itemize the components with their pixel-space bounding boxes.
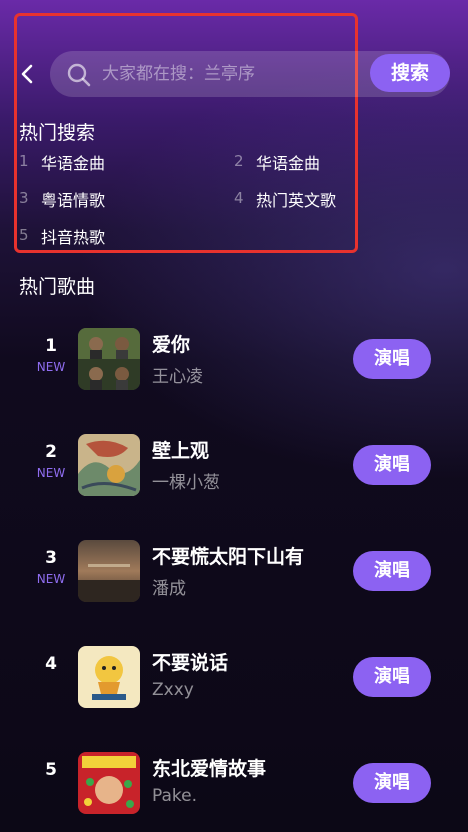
hot-search-title: 热门搜索	[19, 122, 96, 144]
song-rank: 4	[45, 654, 57, 674]
hot-search-rank: 5	[19, 226, 29, 244]
hot-search-rank: 2	[234, 152, 244, 170]
sing-button[interactable]: 演唱	[353, 339, 431, 379]
hot-search-term: 华语金曲	[256, 154, 321, 173]
song-rank: 3	[45, 548, 57, 568]
hot-search-rank: 4	[234, 189, 244, 207]
sing-button[interactable]: 演唱	[353, 445, 431, 485]
search-input[interactable]	[102, 61, 362, 87]
back-button[interactable]	[16, 62, 40, 86]
song-artist: Zxxy	[152, 680, 194, 700]
song-title: 壁上观	[152, 440, 210, 462]
song-artist: 王心凌	[152, 367, 203, 387]
back-arrow-icon	[21, 64, 33, 84]
song-cover	[78, 752, 140, 814]
song-title: 东北爱情故事	[152, 758, 267, 780]
new-badge: NEW	[36, 466, 66, 480]
hot-search-term: 华语金曲	[41, 154, 106, 173]
song-cover	[78, 434, 140, 496]
hot-search-term: 粤语情歌	[41, 191, 106, 210]
song-rank: 5	[45, 760, 57, 780]
new-badge: NEW	[36, 572, 66, 586]
song-cover	[78, 646, 140, 708]
hot-songs-title: 热门歌曲	[19, 276, 96, 298]
song-artist: Pake.	[152, 786, 198, 806]
song-row[interactable]: 1 NEW 爱你 王心凌 演唱	[0, 316, 468, 406]
new-badge: NEW	[36, 360, 66, 374]
hot-search-term: 抖音热歌	[41, 228, 106, 247]
song-artist: 一棵小葱	[152, 473, 220, 493]
song-title: 不要慌太阳下山有	[152, 546, 305, 568]
song-title: 爱你	[152, 334, 191, 356]
song-artist: 潘成	[152, 579, 186, 599]
song-row[interactable]: 2 NEW 壁上观 一棵小葱 演唱	[0, 422, 468, 512]
search-icon	[67, 63, 91, 87]
song-rank: 2	[45, 442, 57, 462]
song-row[interactable]: 3 NEW 不要慌太阳下山有 潘成 演唱	[0, 528, 468, 618]
song-title: 不要说话	[152, 652, 229, 674]
song-cover	[78, 328, 140, 390]
song-row[interactable]: 4 不要说话 Zxxy 演唱	[0, 634, 468, 724]
sing-button[interactable]: 演唱	[353, 551, 431, 591]
search-button[interactable]: 搜索	[370, 54, 450, 92]
hot-search-rank: 1	[19, 152, 29, 170]
song-cover	[78, 540, 140, 602]
sing-button[interactable]: 演唱	[353, 657, 431, 697]
sing-button[interactable]: 演唱	[353, 763, 431, 803]
song-rank: 1	[45, 336, 57, 356]
hot-search-term: 热门英文歌	[256, 191, 337, 210]
hot-search-rank: 3	[19, 189, 29, 207]
song-row[interactable]: 5 东北爱情故事 Pake. 演唱	[0, 740, 468, 830]
